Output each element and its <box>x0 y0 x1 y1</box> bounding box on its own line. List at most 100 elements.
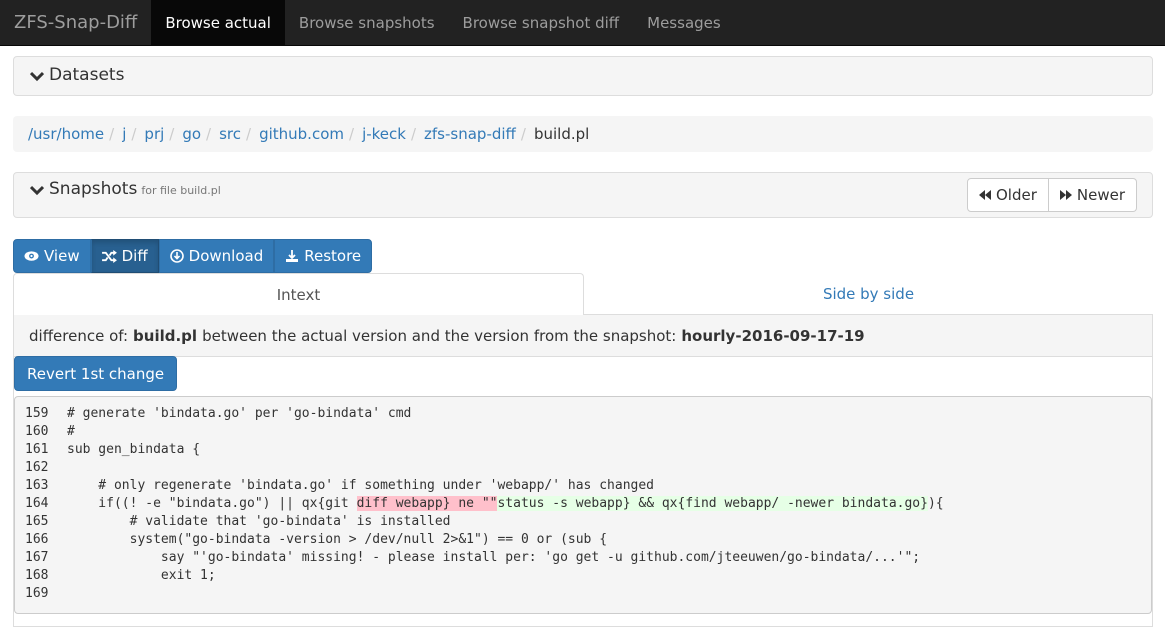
tab-intext[interactable]: Intext <box>13 273 584 315</box>
breadcrumb-link[interactable]: /usr/home <box>28 125 104 143</box>
nav-browse-actual[interactable]: Browse actual <box>151 0 285 45</box>
breadcrumb: /usr/home / j / prj / go / src / github.com / j-keck… <box>13 116 1153 152</box>
line-content: # validate that 'go-bindata' is installe… <box>67 513 451 531</box>
code-text: # generate 'bindata.go' per 'go-bindata'… <box>67 406 412 421</box>
line-number: 166 <box>25 532 49 547</box>
forward-icon <box>1059 190 1072 200</box>
file-action-group: View Diff Download Restore <box>13 239 373 273</box>
newer-label: Newer <box>1076 186 1125 204</box>
line-number: 165 <box>25 514 49 529</box>
breadcrumb-separator: / <box>206 125 212 143</box>
breadcrumb-separator: / <box>246 125 252 143</box>
diff-label: Diff <box>121 247 148 265</box>
snapshots-title: Snapshots <box>49 179 138 199</box>
code-line: 168 exit 1; <box>25 567 1141 585</box>
code-line: 165 # validate that 'go-bindata' is inst… <box>25 513 1141 531</box>
snapshot-nav-group: Older Newer <box>966 178 1137 212</box>
download-button[interactable]: Download <box>158 239 275 273</box>
line-number: 167 <box>25 550 49 565</box>
download-label: Download <box>188 247 264 265</box>
line-content: exit 1; <box>67 567 216 585</box>
code-text: ){ <box>927 496 944 511</box>
code-text: if((! -e "bindata.go") || qx{git <box>67 496 357 511</box>
diff-file-name: build.pl <box>133 326 198 345</box>
diff-view-tabs: Intext Side by side <box>13 273 1153 315</box>
nav-messages[interactable]: Messages <box>633 0 735 45</box>
datasets-panel[interactable]: Datasets <box>13 56 1153 96</box>
line-content: if((! -e "bindata.go") || qx{git diff we… <box>67 495 944 513</box>
diff-heading: difference of: build.pl between the actu… <box>14 315 1152 357</box>
chevron-down-icon <box>30 71 44 82</box>
code-text: # only regenerate 'bindata.go' if someth… <box>67 478 654 493</box>
download-circle-icon <box>169 249 184 263</box>
code-line: 163 # only regenerate 'bindata.go' if so… <box>25 477 1141 495</box>
code-text: # <box>67 424 75 439</box>
line-content: # only regenerate 'bindata.go' if someth… <box>67 477 654 495</box>
restore-label: Restore <box>304 247 362 265</box>
breadcrumb-link[interactable]: github.com <box>259 125 344 143</box>
code-line: 161 sub gen_bindata { <box>25 441 1141 459</box>
code-text: exit 1; <box>67 568 216 583</box>
line-number: 159 <box>25 406 49 421</box>
code-text: system("go-bindata -version > /dev/null … <box>67 532 608 547</box>
datasets-title: Datasets <box>49 65 125 85</box>
breadcrumb-link[interactable]: zfs-snap-diff <box>424 125 516 143</box>
code-text: sub gen_bindata { <box>67 442 201 457</box>
code-line: 164 if((! -e "bindata.go") || qx{git dif… <box>25 495 1141 513</box>
tab-side-by-side[interactable]: Side by side <box>584 273 1153 315</box>
line-number: 163 <box>25 478 49 493</box>
line-number: 168 <box>25 568 49 583</box>
line-content: system("go-bindata -version > /dev/null … <box>67 531 607 549</box>
diff-panel: difference of: build.pl between the actu… <box>13 315 1153 627</box>
line-number: 169 <box>25 586 49 601</box>
line-number: 161 <box>25 442 49 457</box>
diff-prefix: difference of: <box>29 326 129 345</box>
diff-snapshot-name: hourly-2016-09-17-19 <box>681 326 865 345</box>
breadcrumb-link[interactable]: go <box>182 125 201 143</box>
diff-button[interactable]: Diff <box>90 239 159 273</box>
brand-link[interactable]: ZFS-Snap-Diff <box>0 0 151 45</box>
code-line: 160 # <box>25 423 1141 441</box>
view-button[interactable]: View <box>13 239 91 273</box>
older-label: Older <box>995 186 1037 204</box>
code-line: 166 system("go-bindata -version > /dev/n… <box>25 531 1141 549</box>
deleted-text: diff webapp} ne "" <box>356 496 498 511</box>
diff-code-block: 159 # generate 'bindata.go' per 'go-binda… <box>14 396 1152 614</box>
newer-button[interactable]: Newer <box>1048 178 1137 212</box>
nav-browse-snapshots[interactable]: Browse snapshots <box>285 0 449 45</box>
breadcrumb-separator: / <box>169 125 175 143</box>
line-content: # generate 'bindata.go' per 'go-bindata'… <box>67 405 411 423</box>
line-number: 164 <box>25 496 49 511</box>
diff-description: between the actual version and the versi… <box>202 326 677 345</box>
code-line: 159 # generate 'bindata.go' per 'go-binda… <box>25 405 1141 423</box>
inserted-text: status -s webapp} && qx{find webapp/ -ne… <box>497 496 928 511</box>
line-content: sub gen_bindata { <box>67 441 200 459</box>
chevron-down-icon <box>30 185 44 196</box>
breadcrumb-separator: / <box>349 125 355 143</box>
older-button[interactable]: Older <box>966 178 1049 212</box>
snapshots-panel[interactable]: Snapshots for file build.pl Older Newer <box>13 172 1153 218</box>
nav-browse-snapshot-diff[interactable]: Browse snapshot diff <box>449 0 634 45</box>
breadcrumb-current: build.pl <box>533 125 590 143</box>
breadcrumb-separator: / <box>410 125 417 143</box>
eye-icon <box>24 251 39 261</box>
line-content: # <box>67 423 75 441</box>
line-content: say "'go-bindata' missing! - please inst… <box>67 549 920 567</box>
backward-icon <box>978 190 991 200</box>
line-number: 160 <box>25 424 49 439</box>
revert-change-button[interactable]: Revert 1st change <box>14 356 178 391</box>
breadcrumb-link[interactable]: prj <box>144 125 164 143</box>
line-number: 162 <box>25 460 49 475</box>
view-label: View <box>44 247 80 265</box>
restore-icon <box>286 250 299 262</box>
breadcrumb-link[interactable]: src <box>219 125 241 143</box>
breadcrumb-link[interactable]: j-keck <box>362 125 406 143</box>
breadcrumb-separator: / <box>109 125 115 143</box>
snapshots-subtitle: for file build.pl <box>141 184 221 197</box>
restore-button[interactable]: Restore <box>274 239 373 273</box>
code-line: 167 say "'go-bindata' missing! - please … <box>25 549 1141 567</box>
code-line: 162 <box>25 459 1141 477</box>
code-text: # validate that 'go-bindata' is installe… <box>67 514 451 529</box>
navbar: ZFS-Snap-Diff Browse actual Browse snaps… <box>0 0 1165 46</box>
random-icon <box>101 249 117 263</box>
